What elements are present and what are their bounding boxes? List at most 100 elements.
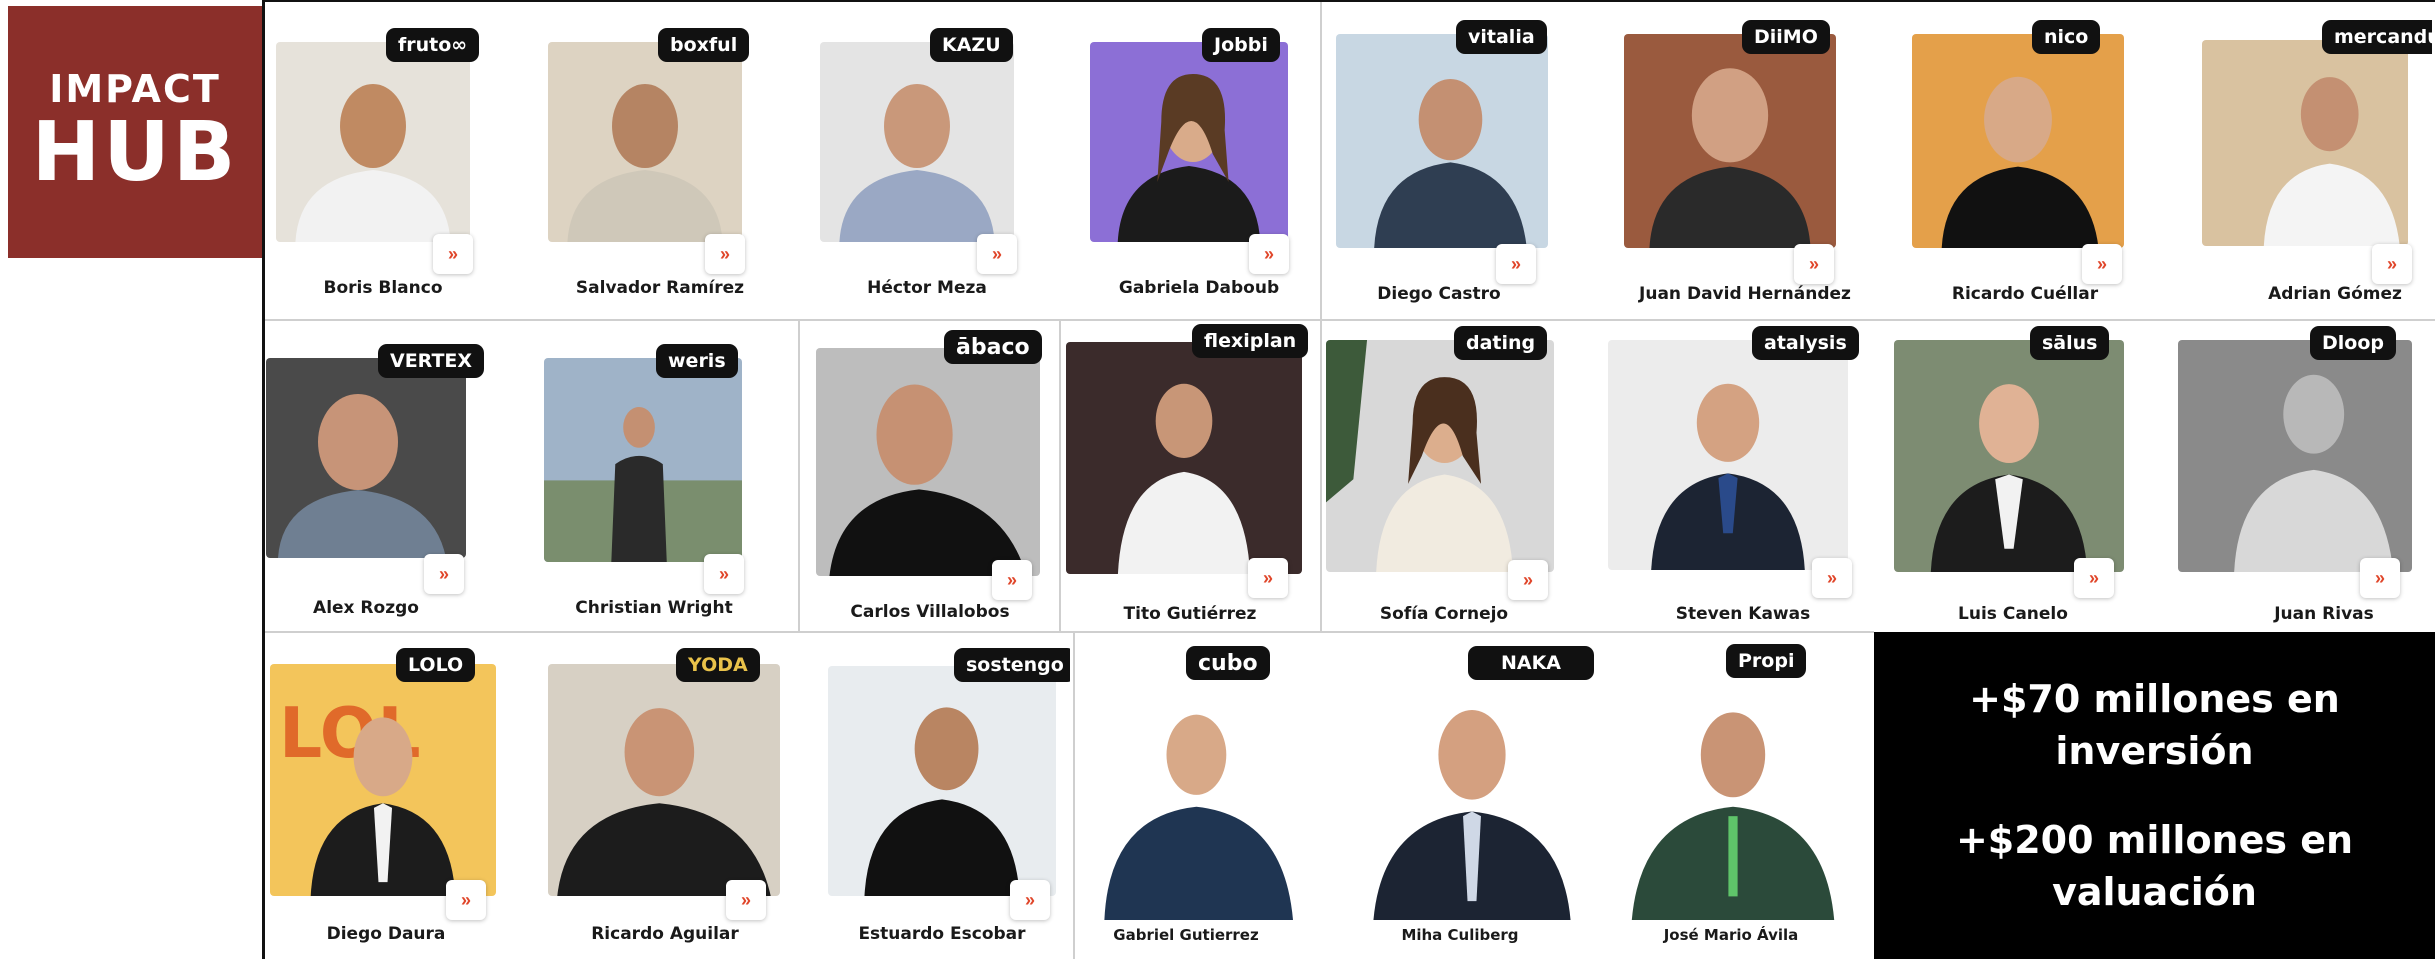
open-profile-button[interactable]: » [705,234,745,274]
founder-card-juan-rivas[interactable]: Dloop » Juan Rivas [2164,322,2432,630]
company-logo-badge: flexiplan [1192,324,1309,358]
open-profile-button[interactable]: » [1794,244,1834,284]
founder-name: Luis Canelo [1958,604,2068,624]
company-logo-badge: NAKA [1468,646,1594,680]
logo-line-hub: HUB [31,105,239,200]
founder-card-alex-rozgo[interactable]: VERTEX » Alex Rozgo [266,322,530,630]
person-head [624,708,695,797]
founder-photo [1608,340,1848,570]
founder-name: Salvador Ramírez [575,278,745,298]
open-profile-button[interactable]: » [1508,560,1548,600]
person-head [914,707,979,791]
founder-name: Gabriel Gutierrez [1113,926,1259,944]
lanyard [1728,816,1738,897]
founder-photo [816,348,1040,576]
founder-card-salvador-ramirez[interactable]: boxful » Salvador Ramírez [540,4,808,318]
open-profile-button[interactable]: » [2074,558,2114,598]
grid-divider [1073,632,1075,959]
company-logo-badge: boxful [658,28,750,62]
company-logo-badge: weris [656,344,738,378]
open-profile-button[interactable]: » [2360,558,2400,598]
founder-card-gabriel-gutierrez[interactable]: cubo Gabriel Gutierrez [1078,634,1336,956]
founder-card-gabriela-daboub[interactable]: Jobbi » Gabriela Daboub [1084,4,1318,318]
person-head [1418,78,1483,161]
founder-card-steven-kawas[interactable]: atalysis » Steven Kawas [1602,322,1884,630]
open-profile-button[interactable]: » [1010,880,1050,920]
company-logo-badge: sālus [2030,326,2110,360]
founder-card-boris-blanco[interactable]: fruto∞ » Boris Blanco [268,4,536,318]
open-profile-button[interactable]: » [1248,558,1288,598]
founder-card-carlos-villalobos[interactable]: ābaco » Carlos Villalobos [802,322,1058,630]
company-logo-badge: sostengo [954,648,1070,682]
person-head [1979,384,2039,463]
founder-card-sofia-cornejo[interactable]: dating » Sofía Cornejo [1324,322,1598,630]
company-logo-badge: DiiMO [1742,20,1830,54]
open-profile-button[interactable]: » [977,234,1017,274]
founder-card-ricardo-cuellar[interactable]: nico » Ricardo Cuéllar [1890,4,2160,318]
open-profile-button[interactable]: » [1249,234,1289,274]
founder-name: Juan David Hernández [1639,284,1851,304]
founder-card-christian-wright[interactable]: weris » Christian Wright [534,322,796,630]
founder-card-tito-gutierrez[interactable]: flexiplan » Tito Gutiérrez [1062,322,1318,630]
founder-card-diego-daura[interactable]: LOL LOLO » Diego Daura [266,634,536,956]
open-profile-button[interactable]: » [424,554,464,594]
company-logo-badge: vitalia [1456,20,1547,54]
person-head [612,84,678,168]
company-logo-badge: Dloop [2310,326,2396,360]
founder-photo [1086,684,1316,920]
investment-stat: +$70 millones en inversión [1969,676,2340,774]
person-head [2283,374,2345,454]
open-profile-button[interactable]: » [2372,244,2412,284]
founder-card-hector-meza[interactable]: KAZU » Héctor Meza [812,4,1080,318]
open-profile-button[interactable]: » [1496,244,1536,284]
founder-photo [276,42,470,242]
founder-photo [1336,34,1548,248]
founder-name: Sofía Cornejo [1379,604,1509,624]
open-profile-button[interactable]: » [2082,244,2122,284]
founder-name: Estuardo Escobar [858,924,1026,944]
founder-photo [2178,340,2412,572]
founder-card-juan-david-hernandez[interactable]: DiiMO » Juan David Hernández [1604,4,1886,318]
person-head [340,84,406,168]
founder-photo [820,42,1014,242]
company-logo-badge: VERTEX [378,344,485,378]
open-profile-button[interactable]: » [433,234,473,274]
founder-name: Christian Wright [575,598,733,618]
company-logo-badge: mercandú [2322,20,2432,54]
funding-stats-panel: +$70 millones en inversión +$200 millone… [1874,632,2435,959]
founder-photo [1894,340,2124,572]
company-logo-badge: LOLO [396,648,476,682]
founder-card-adrian-gomez[interactable]: mercandú » Adrian Gómez [2164,4,2432,318]
founder-name: Ricardo Cuéllar [1951,284,2099,304]
open-profile-button[interactable]: » [446,880,486,920]
open-profile-button[interactable]: » [992,560,1032,600]
grid-divider [1320,320,1322,632]
logo-line-impact: IMPACT [49,67,221,111]
open-profile-button[interactable]: » [704,554,744,594]
person-head [623,406,655,448]
grid-divider [265,319,2435,321]
founder-card-diego-castro[interactable]: vitalia » Diego Castro [1326,4,1600,318]
founder-name: Diego Daura [326,924,446,944]
company-logo-badge: YODA [676,648,760,682]
founder-card-ricardo-aguilar[interactable]: YODA » Ricardo Aguilar [540,634,810,956]
founder-card-estuardo-escobar[interactable]: sostengo » Estuardo Escobar [814,634,1070,956]
grid-divider [265,631,1874,633]
grid-divider [1320,2,1322,320]
company-logo-badge: Propi [1726,644,1807,678]
founder-card-jose-mario-avila[interactable]: Propi José Mario Ávila [1606,634,1872,956]
founder-photo [1912,34,2124,248]
company-logo-badge: Jobbi [1202,28,1280,62]
open-profile-button[interactable]: » [1812,558,1852,598]
founder-card-luis-canelo[interactable]: sālus » Luis Canelo [1888,322,2160,630]
company-logo-badge: KAZU [930,28,1013,62]
person-head [1984,76,2052,163]
founder-name: José Mario Ávila [1663,926,1799,944]
founder-card-miha-culiberg[interactable]: NAKA Miha Culiberg [1340,634,1604,956]
founder-photo [2202,40,2408,246]
person-head [1166,714,1227,795]
person-head [353,717,413,797]
founder-name: Boris Blanco [323,278,443,298]
open-profile-button[interactable]: » [726,880,766,920]
company-logo-badge: cubo [1186,646,1270,680]
